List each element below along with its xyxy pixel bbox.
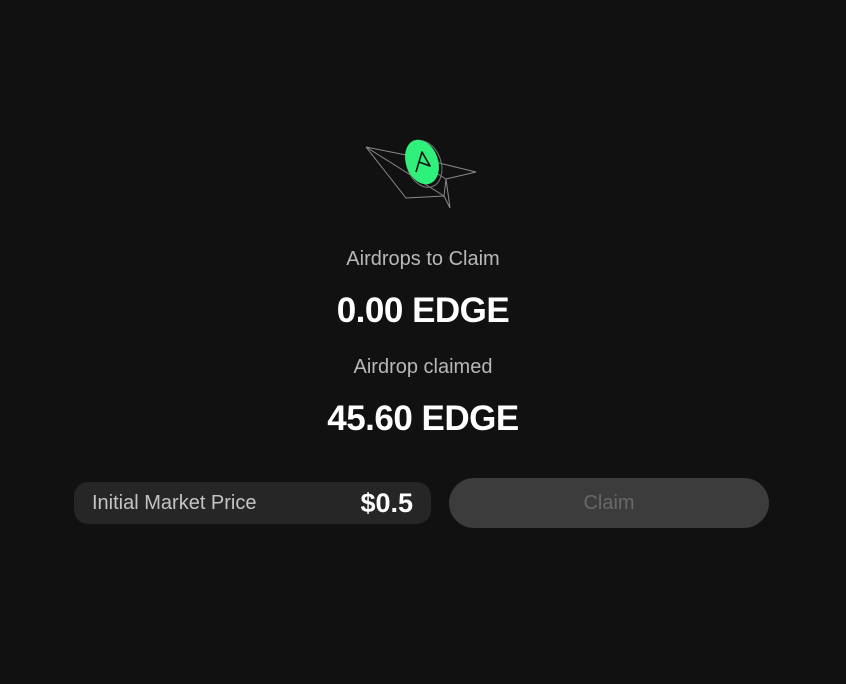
airdrops-to-claim-amount: 0.00 EDGE [336, 291, 510, 330]
airdrop-claimed-label: Airdrop claimed [353, 356, 493, 378]
airdrop-claim-page: Airdrops to Claim 0.00 EDGE Airdrop clai… [0, 0, 846, 684]
initial-market-price-panel: Initial Market Price $0.5 [74, 482, 431, 524]
initial-market-price-value: $0.5 [360, 487, 413, 518]
paper-plane-coin-icon [365, 139, 477, 209]
initial-market-price-label: Initial Market Price [92, 491, 257, 514]
airdrops-to-claim-label: Airdrops to Claim [346, 248, 500, 270]
claim-button[interactable]: Claim [449, 478, 769, 528]
airdrop-claimed-amount: 45.60 EDGE [327, 399, 519, 438]
